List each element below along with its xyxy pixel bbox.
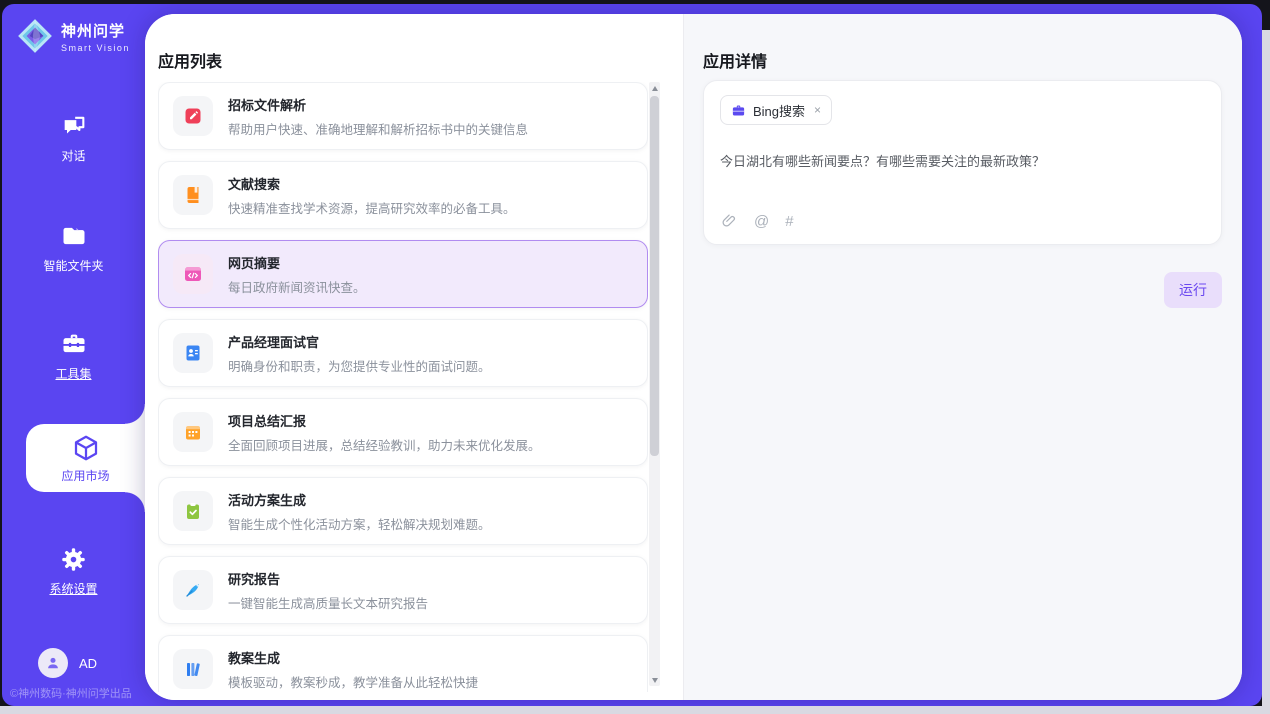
sidebar-item-toolset[interactable]: 工具集 — [2, 330, 145, 382]
avatar — [38, 648, 68, 678]
copyright-footer: ©神州数码·神州问学出品 — [10, 685, 150, 701]
app-card-pm-interviewer[interactable]: 产品经理面试官 明确身份和职责，为您提供专业性的面试问题。 — [158, 319, 648, 387]
gear-icon — [60, 546, 87, 573]
brand-name: 神州问学 — [61, 20, 130, 41]
sidebar-item-label: 应用市场 — [61, 467, 109, 484]
app-window: 神州问学 Smart Vision 对话 智能文件夹 — [2, 4, 1262, 706]
user-initials: AD — [79, 656, 97, 671]
sidebar-item-label: 对话 — [61, 147, 85, 164]
app-card-desc: 帮助用户快速、准确地理解和解析招标书中的关键信息 — [228, 119, 528, 138]
scrollbar-thumb[interactable] — [650, 96, 659, 456]
sidebar-item-label: 系统设置 — [49, 580, 97, 597]
sidebar-item-chat[interactable]: 对话 — [2, 112, 145, 164]
person-icon — [44, 654, 62, 672]
sidebar-item-app-market[interactable]: 应用市场 — [26, 424, 145, 492]
bid-doc-icon — [173, 96, 213, 136]
app-card-event-plan[interactable]: 活动方案生成 智能生成个性化活动方案，轻松解决规划难题。 — [158, 477, 648, 545]
summary-icon — [173, 412, 213, 452]
brand-tagline: Smart Vision — [61, 43, 130, 53]
app-card-title: 产品经理面试官 — [228, 332, 491, 351]
prompt-toolbar: @ # — [720, 212, 794, 230]
tool-tag-bing-search[interactable]: Bing搜索 × — [720, 95, 832, 125]
folder-icon — [60, 222, 88, 250]
app-card-desc: 每日政府新闻资讯快查。 — [228, 277, 366, 296]
interview-icon — [173, 333, 213, 373]
sidebar-item-settings[interactable]: 系统设置 — [2, 546, 145, 597]
app-card-research-report[interactable]: 研究报告 一键智能生成高质量长文本研究报告 — [158, 556, 648, 624]
app-card-title: 研究报告 — [228, 569, 428, 588]
app-card-desc: 明确身份和职责，为您提供专业性的面试问题。 — [228, 356, 491, 375]
webpage-icon — [173, 254, 213, 294]
app-card-desc: 模板驱动，教案秒成，教学准备从此轻松快捷 — [228, 672, 478, 691]
tag-close-icon[interactable]: × — [814, 103, 821, 117]
cube-icon — [71, 433, 101, 463]
chat-icon — [60, 112, 88, 140]
diamond-logo-icon — [16, 17, 54, 55]
sidebar-item-label: 智能文件夹 — [43, 257, 103, 274]
app-list-title: 应用列表 — [158, 48, 222, 72]
app-detail-section: 应用详情 Bing搜索 × 今日湖北有哪些新闻要点？有哪些需要关注的最新政策？ — [683, 14, 1242, 700]
app-list: 招标文件解析 帮助用户快速、准确地理解和解析招标书中的关键信息 文献搜索 — [158, 82, 648, 692]
briefcase-icon — [731, 103, 746, 118]
app-detail-title: 应用详情 — [703, 48, 767, 72]
scroll-down-icon[interactable] — [649, 674, 660, 686]
app-card-project-summary[interactable]: 项目总结汇报 全面回顾项目进展，总结经验教训，助力未来优化发展。 — [158, 398, 648, 466]
app-card-title: 活动方案生成 — [228, 490, 491, 509]
window-edge-bottom — [0, 706, 1270, 714]
app-card-title: 网页摘要 — [228, 253, 366, 272]
run-button[interactable]: 运行 — [1164, 272, 1222, 308]
main-panel: 应用列表 招标文件解析 帮助用户快速、准确地理解和解析招标书中的关键信息 — [145, 14, 1242, 700]
app-card-desc: 快速精准查找学术资源，提高研究效率的必备工具。 — [228, 198, 516, 217]
prompt-card[interactable]: Bing搜索 × 今日湖北有哪些新闻要点？有哪些需要关注的最新政策？ @ # — [703, 80, 1222, 245]
app-card-title: 教案生成 — [228, 648, 478, 667]
mention-icon[interactable]: @ — [754, 213, 769, 230]
plan-icon — [173, 491, 213, 531]
app-card-desc: 智能生成个性化活动方案，轻松解决规划难题。 — [228, 514, 491, 533]
attachment-icon[interactable] — [720, 212, 738, 230]
sidebar: 神州问学 Smart Vision 对话 智能文件夹 — [2, 4, 145, 706]
sidebar-item-smart-folder[interactable]: 智能文件夹 — [2, 222, 145, 274]
app-card-title: 招标文件解析 — [228, 95, 528, 114]
app-card-lesson-plan[interactable]: 教案生成 模板驱动，教案秒成，教学准备从此轻松快捷 — [158, 635, 648, 692]
sidebar-item-label: 工具集 — [55, 365, 91, 382]
app-list-section: 应用列表 招标文件解析 帮助用户快速、准确地理解和解析招标书中的关键信息 — [145, 14, 683, 700]
list-scrollbar[interactable] — [649, 82, 660, 686]
research-icon — [173, 570, 213, 610]
book-icon — [173, 175, 213, 215]
app-card-bid-parse[interactable]: 招标文件解析 帮助用户快速、准确地理解和解析招标书中的关键信息 — [158, 82, 648, 150]
window-edge-right — [1262, 30, 1270, 714]
scroll-up-icon[interactable] — [649, 82, 660, 94]
toolbox-icon — [60, 330, 88, 358]
prompt-text[interactable]: 今日湖北有哪些新闻要点？有哪些需要关注的最新政策？ — [720, 151, 1205, 170]
brand-logo: 神州问学 Smart Vision — [16, 17, 130, 55]
user-account[interactable]: AD — [38, 648, 97, 678]
tag-label: Bing搜索 — [753, 101, 805, 120]
app-card-desc: 全面回顾项目进展，总结经验教训，助力未来优化发展。 — [228, 435, 541, 454]
app-card-desc: 一键智能生成高质量长文本研究报告 — [228, 593, 428, 612]
app-card-title: 文献搜索 — [228, 174, 516, 193]
lesson-icon — [173, 649, 213, 689]
app-card-webpage-summary[interactable]: 网页摘要 每日政府新闻资讯快查。 — [158, 240, 648, 308]
app-card-title: 项目总结汇报 — [228, 411, 541, 430]
hash-icon[interactable]: # — [785, 213, 793, 230]
app-card-literature-search[interactable]: 文献搜索 快速精准查找学术资源，提高研究效率的必备工具。 — [158, 161, 648, 229]
